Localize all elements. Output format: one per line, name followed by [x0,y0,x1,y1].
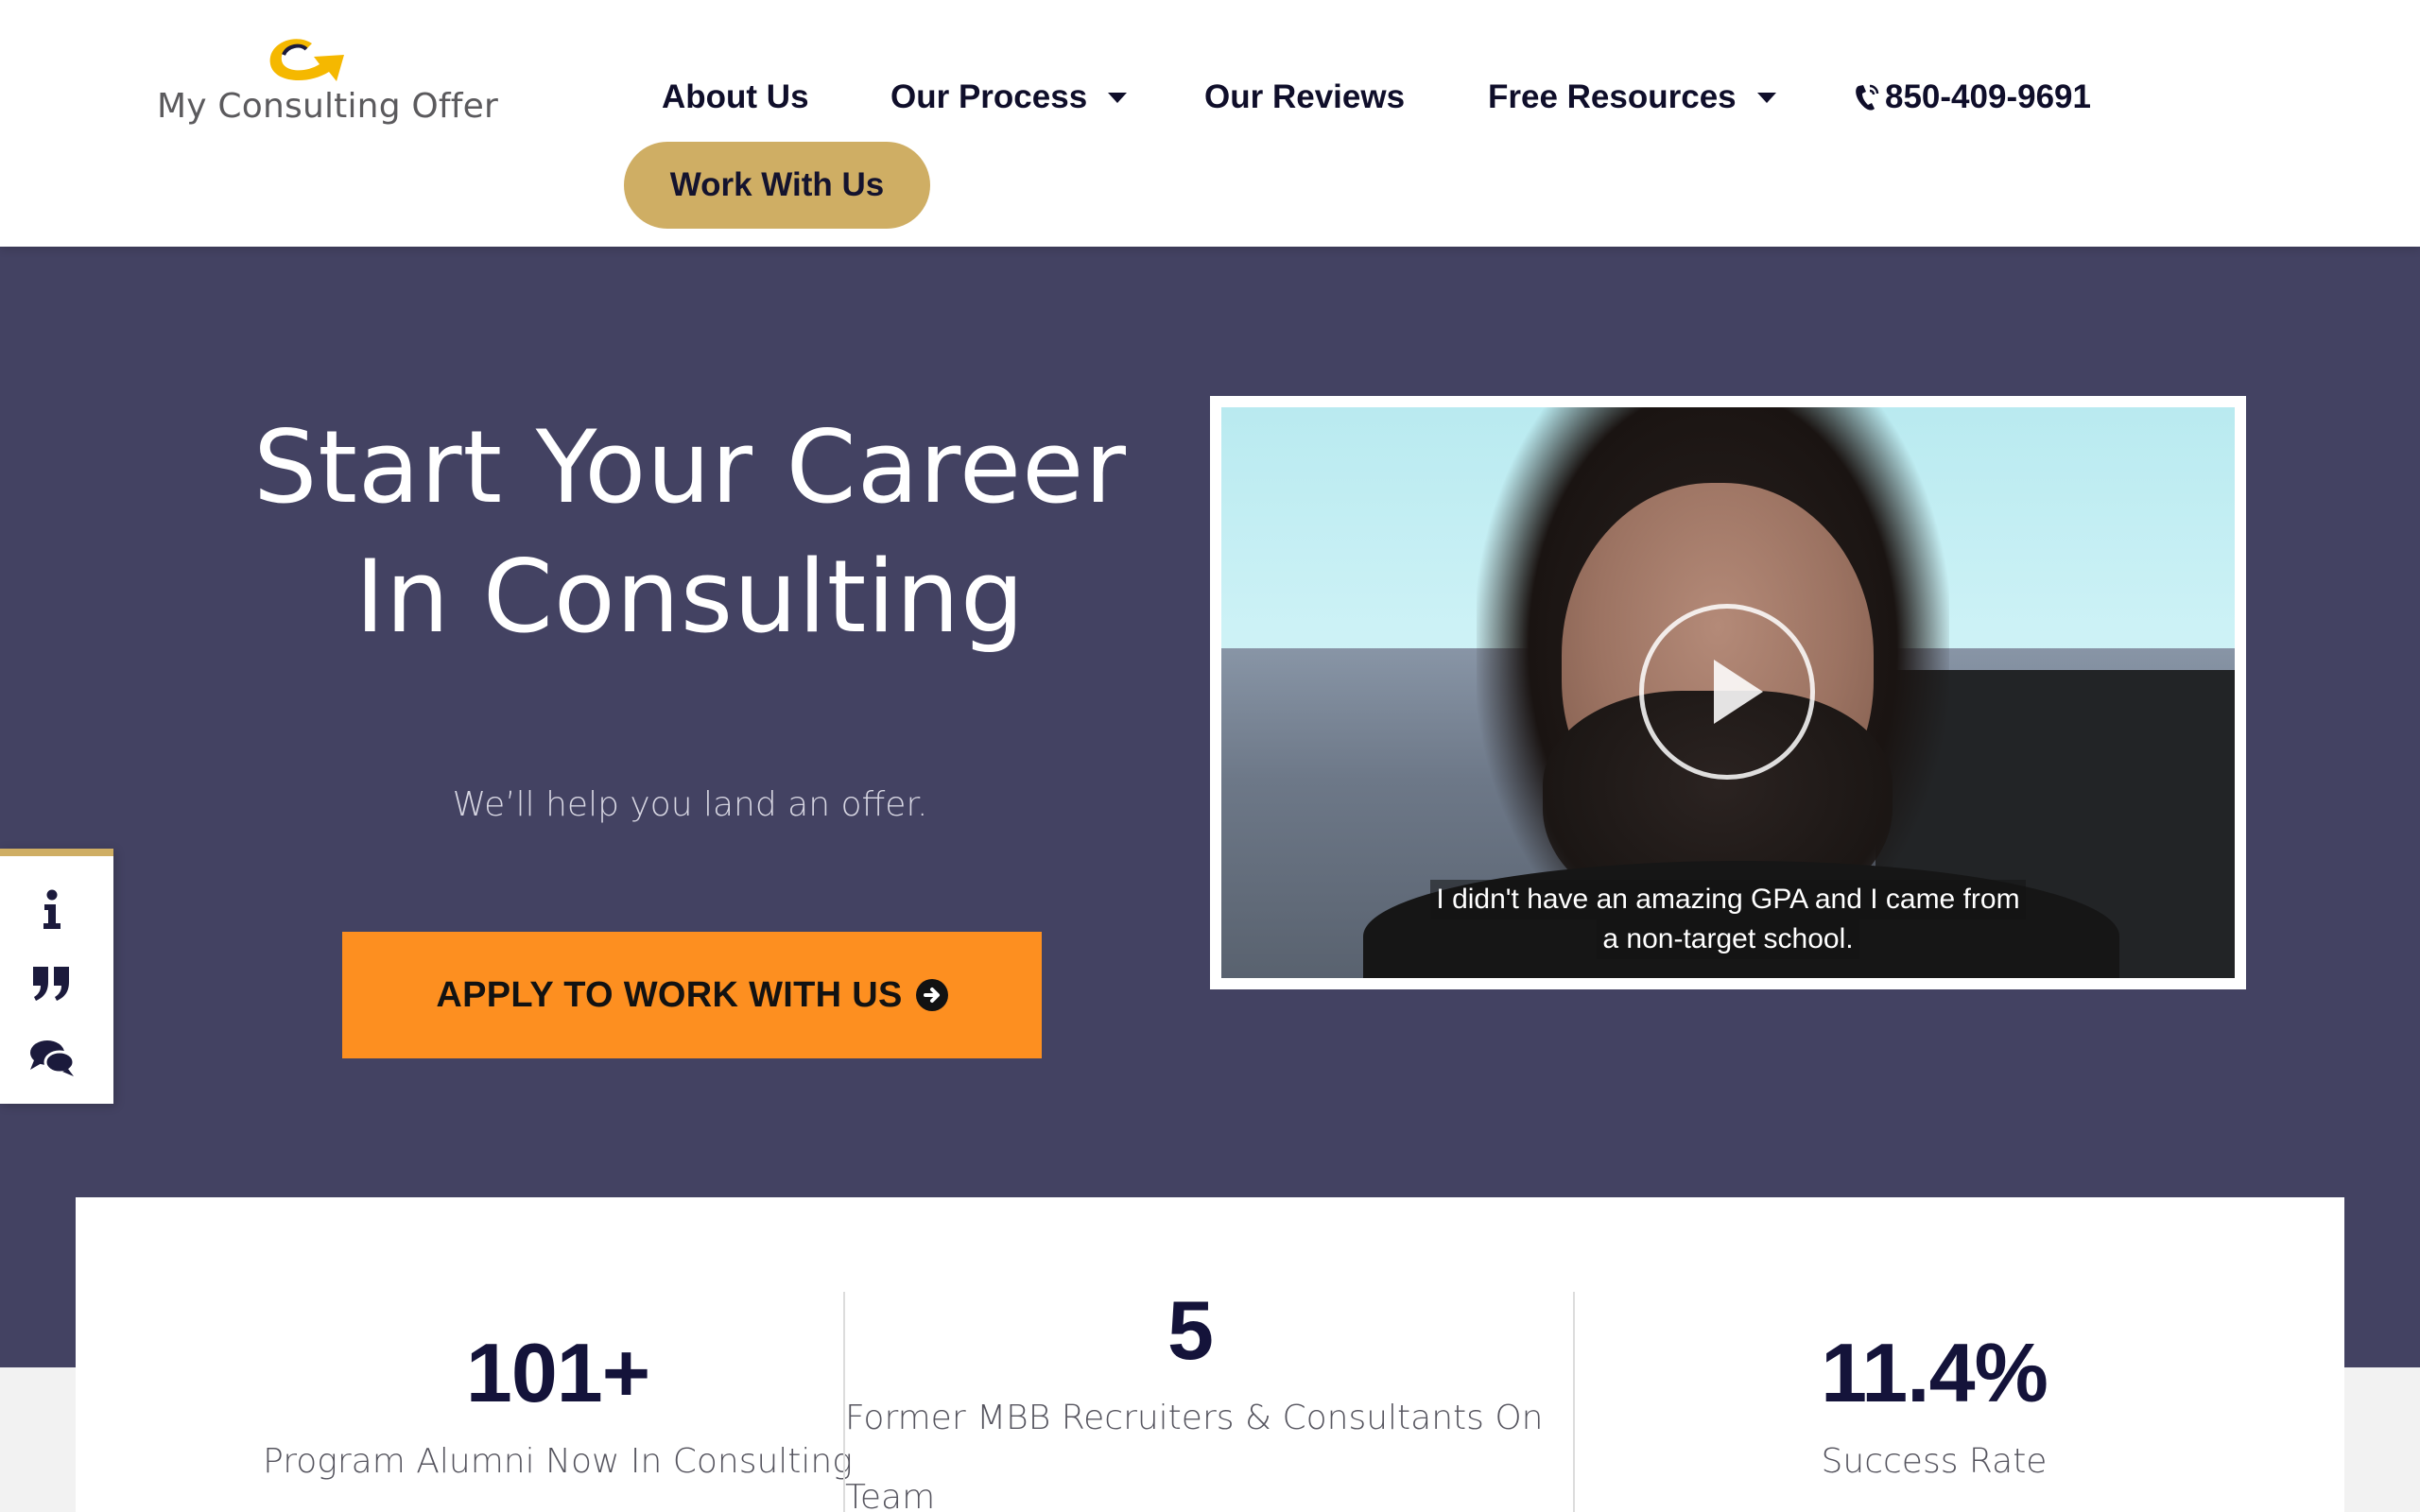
video-thumbnail: I didn't have an amazing GPA and I came … [1221,407,2235,978]
nav-our-process[interactable]: Our Process [890,74,1128,121]
chevron-down-icon [1108,92,1128,103]
site-logo[interactable]: My Consulting Offer [151,26,498,140]
nav-our-reviews-label: Our Reviews [1204,78,1406,115]
stat-success-value: 11.4% [1821,1326,2048,1419]
nav-about-us[interactable]: About Us [662,74,809,121]
nav-free-resources-label: Free Resources [1488,78,1737,115]
video-caption: I didn't have an amazing GPA and I came … [1221,880,2235,959]
stat-recruiters-label: Former MBB Recruiters & Consultants On T… [845,1379,1545,1512]
play-icon[interactable] [1639,604,1815,780]
work-with-us-button[interactable]: Work With Us [624,142,930,229]
nav-free-resources[interactable]: Free Resources [1488,74,1776,121]
apply-button-label: APPLY TO WORK WITH US [436,974,903,1015]
video-player[interactable]: I didn't have an amazing GPA and I came … [1210,396,2246,989]
stat-recruiters-label-line2: Team [845,1478,936,1512]
nav-our-reviews[interactable]: Our Reviews [1204,74,1405,121]
video-caption-line2: a non-target school. [1597,919,1859,959]
stat-alumni-value: 101+ [465,1326,650,1419]
logo-arrow-icon [269,39,344,81]
chevron-down-icon [1756,92,1776,103]
chat-icon[interactable] [28,1034,76,1081]
side-tabs [0,849,113,1104]
nav-about-us-label: About Us [662,78,809,115]
quote-icon[interactable] [28,960,76,1007]
hero-title-line1: Start Your Career [253,409,1127,525]
stats-panel: 101+ Program Alumni Now In Consulting 5 … [76,1197,2344,1512]
hero-title: Start Your Career In Consulting [142,403,1238,662]
stat-recruiters-value: 5 [1167,1283,1214,1377]
video-caption-line1: I didn't have an amazing GPA and I came … [1430,880,2026,919]
nav-phone[interactable]: 850-409-9691 [1853,74,2091,121]
info-icon[interactable] [28,886,76,934]
site-header: My Consulting Offer About Us Our Process… [0,0,2420,247]
stat-recruiters-label-line1: Former MBB Recruiters & Consultants On [845,1399,1544,1437]
arrow-right-circle-icon [915,979,948,1011]
hero-title-line2: In Consulting [354,539,1026,655]
stat-alumni-label: Program Alumni Now In Consulting [263,1442,853,1481]
logo-text: My Consulting Offer [157,87,499,126]
nav-our-process-label: Our Process [890,78,1088,115]
stat-success-label: Success Rate [1821,1442,2048,1481]
hero-subtitle: We’ll help you land an offer. [452,785,928,824]
nav-phone-label: 850-409-9691 [1885,78,2091,115]
phone-icon [1856,84,1879,111]
apply-button[interactable]: APPLY TO WORK WITH US [342,932,1042,1058]
